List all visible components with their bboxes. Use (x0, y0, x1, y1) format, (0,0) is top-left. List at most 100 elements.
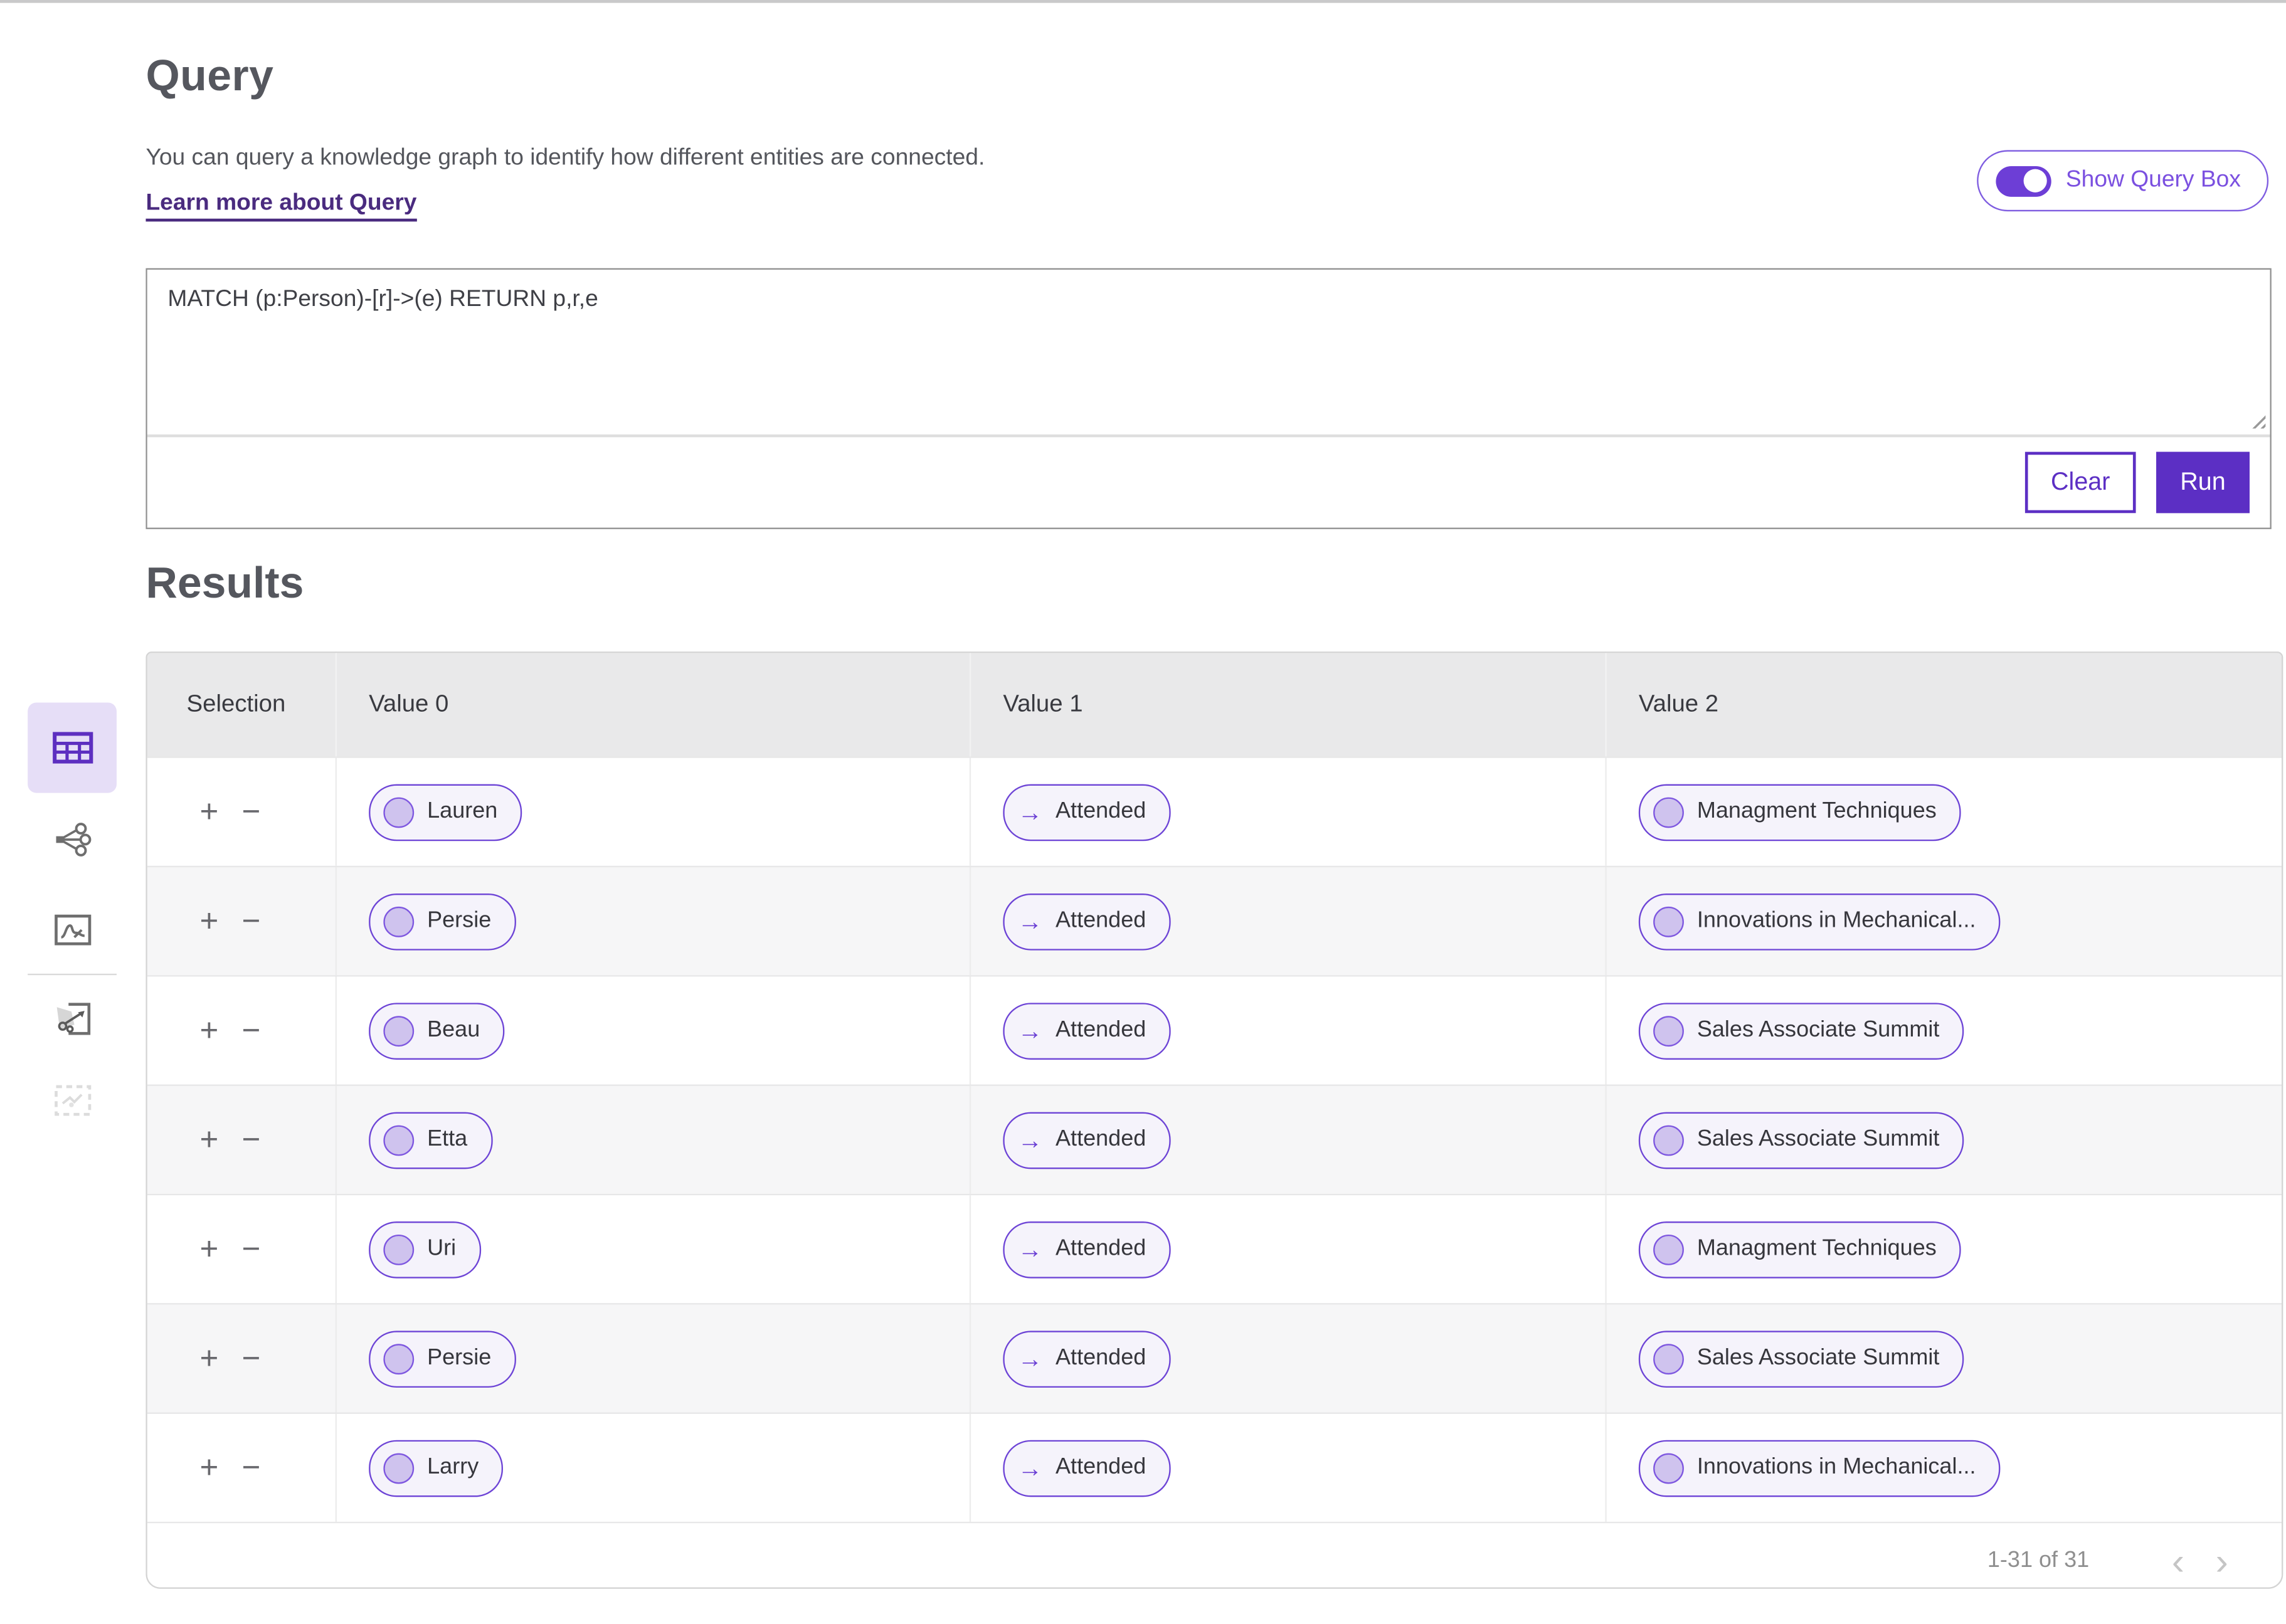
column-header-value2: Value 2 (1607, 653, 2282, 756)
relationship-chip[interactable]: →Attended (1003, 1002, 1170, 1059)
network-view-button[interactable] (28, 819, 117, 860)
remove-from-selection-button[interactable]: − (242, 796, 261, 828)
node-icon (1653, 1343, 1684, 1374)
selection-cell: + − (147, 1305, 337, 1413)
entity-chip[interactable]: Sales Associate Summit (1639, 1112, 1964, 1169)
network-icon (53, 822, 91, 857)
entity-chip[interactable]: Beau (369, 1002, 505, 1059)
table-row: + − Beau →Attended Sales Associate Summi… (147, 975, 2282, 1084)
node-icon (383, 1343, 414, 1374)
chip-label: Innovations in Mechanical... (1697, 908, 1976, 934)
value2-cell: Sales Associate Summit (1607, 976, 2282, 1084)
entity-chip[interactable]: Uri (369, 1221, 481, 1278)
table-view-button[interactable] (28, 702, 117, 793)
entity-chip[interactable]: Etta (369, 1112, 492, 1169)
run-button[interactable]: Run (2156, 452, 2250, 514)
selection-cell: + − (147, 1086, 337, 1194)
add-to-selection-button[interactable]: + (199, 1233, 218, 1265)
toggle-switch-icon[interactable] (1996, 166, 2051, 196)
chart-icon (53, 914, 91, 946)
value0-cell: Beau (337, 976, 971, 1084)
remove-from-selection-button[interactable]: − (242, 1233, 261, 1265)
value2-cell: Sales Associate Summit (1607, 1305, 2282, 1413)
chart-view-button[interactable] (28, 910, 117, 951)
entity-chip[interactable]: Managment Techniques (1639, 1221, 1961, 1278)
entity-chip[interactable]: Managment Techniques (1639, 783, 1961, 840)
remove-from-selection-button[interactable]: − (242, 1342, 261, 1374)
entity-chip[interactable]: Persie (369, 1330, 516, 1387)
chip-label: Persie (427, 908, 491, 934)
arrow-right-icon: → (1018, 1127, 1043, 1152)
value1-cell: →Attended (971, 1414, 1607, 1522)
value2-cell: Innovations in Mechanical... (1607, 1414, 2282, 1522)
entity-chip[interactable]: Innovations in Mechanical... (1639, 893, 2001, 950)
entity-chip[interactable]: Persie (369, 893, 516, 950)
clear-button[interactable]: Clear (2025, 452, 2136, 514)
disabled-view-button (28, 1080, 117, 1121)
entity-chip[interactable]: Lauren (369, 783, 522, 840)
value0-cell: Etta (337, 1086, 971, 1194)
pagination-prev-button[interactable]: ‹ (2156, 1542, 2200, 1579)
relationship-chip[interactable]: →Attended (1003, 1330, 1170, 1387)
remove-from-selection-button[interactable]: − (242, 1015, 261, 1047)
value1-cell: →Attended (971, 976, 1607, 1084)
query-input[interactable]: MATCH (p:Person)-[r]->(e) RETURN p,r,e (147, 270, 2270, 435)
arrow-right-icon: → (1018, 1236, 1043, 1262)
toggle-label: Show Query Box (2066, 167, 2241, 194)
chip-label: Lauren (427, 799, 497, 825)
chip-label: Sales Associate Summit (1697, 1127, 1940, 1153)
remove-from-selection-button[interactable]: − (242, 1452, 261, 1484)
selection-cell: + − (147, 1414, 337, 1522)
table-footer: 1-31 of 31 ‹ › (147, 1522, 2282, 1589)
relationship-chip[interactable]: →Attended (1003, 893, 1170, 950)
add-to-selection-button[interactable]: + (199, 1015, 218, 1047)
add-to-selection-button[interactable]: + (199, 1124, 218, 1156)
learn-more-link[interactable]: Learn more about Query (146, 191, 416, 222)
node-icon (383, 1452, 414, 1483)
value0-cell: Uri (337, 1195, 971, 1303)
chip-label: Attended (1056, 1018, 1146, 1044)
toggle-knob (2024, 169, 2048, 192)
relationship-chip[interactable]: → Attended (1003, 1221, 1170, 1278)
add-to-selection-button[interactable]: + (199, 905, 218, 937)
node-icon (1653, 796, 1684, 827)
remove-from-selection-button[interactable]: − (242, 905, 261, 937)
chip-label: Managment Techniques (1697, 799, 1937, 825)
relationship-chip[interactable]: →Attended (1003, 1440, 1170, 1497)
chip-label: Attended (1056, 1236, 1146, 1262)
chip-label: Etta (427, 1127, 467, 1153)
value0-cell: Lauren (337, 758, 971, 866)
node-icon (1653, 1234, 1684, 1265)
entity-chip[interactable]: Sales Associate Summit (1639, 1002, 1964, 1059)
value2-cell: Sales Associate Summit (1607, 1086, 2282, 1194)
node-icon (1653, 1124, 1684, 1155)
column-header-selection: Selection (147, 653, 337, 756)
value1-cell: → Attended (971, 1086, 1607, 1194)
add-to-selection-button[interactable]: + (199, 1452, 218, 1484)
remove-from-selection-button[interactable]: − (242, 1124, 261, 1156)
table-icon (52, 730, 93, 766)
entity-chip[interactable]: Larry (369, 1440, 504, 1497)
value1-cell: →Attended (971, 867, 1607, 975)
pagination-next-button[interactable]: › (2200, 1542, 2244, 1579)
entity-chip[interactable]: Sales Associate Summit (1639, 1330, 1964, 1387)
show-query-box-toggle[interactable]: Show Query Box (1977, 150, 2268, 211)
chip-label: Innovations in Mechanical... (1697, 1455, 1976, 1481)
relationship-chip[interactable]: → Attended (1003, 1112, 1170, 1169)
value1-cell: →Attended (971, 758, 1607, 866)
table-row: + − Lauren →Attended Managment Technique… (147, 756, 2282, 865)
add-to-selection-button[interactable]: + (199, 796, 218, 828)
subgraph-icon (53, 1001, 91, 1036)
value0-cell: Larry (337, 1414, 971, 1522)
entity-chip[interactable]: Innovations in Mechanical... (1639, 1440, 2001, 1497)
subgraph-view-button[interactable] (28, 998, 117, 1039)
value0-cell: Persie (337, 1305, 971, 1413)
relationship-chip[interactable]: →Attended (1003, 783, 1170, 840)
value2-cell: Managment Techniques (1607, 1195, 2282, 1303)
node-icon (1653, 1015, 1684, 1046)
value2-cell: Managment Techniques (1607, 758, 2282, 866)
add-to-selection-button[interactable]: + (199, 1342, 218, 1374)
chip-label: Attended (1056, 1127, 1146, 1153)
value1-cell: →Attended (971, 1305, 1607, 1413)
selection-cell: + − (147, 1195, 337, 1303)
